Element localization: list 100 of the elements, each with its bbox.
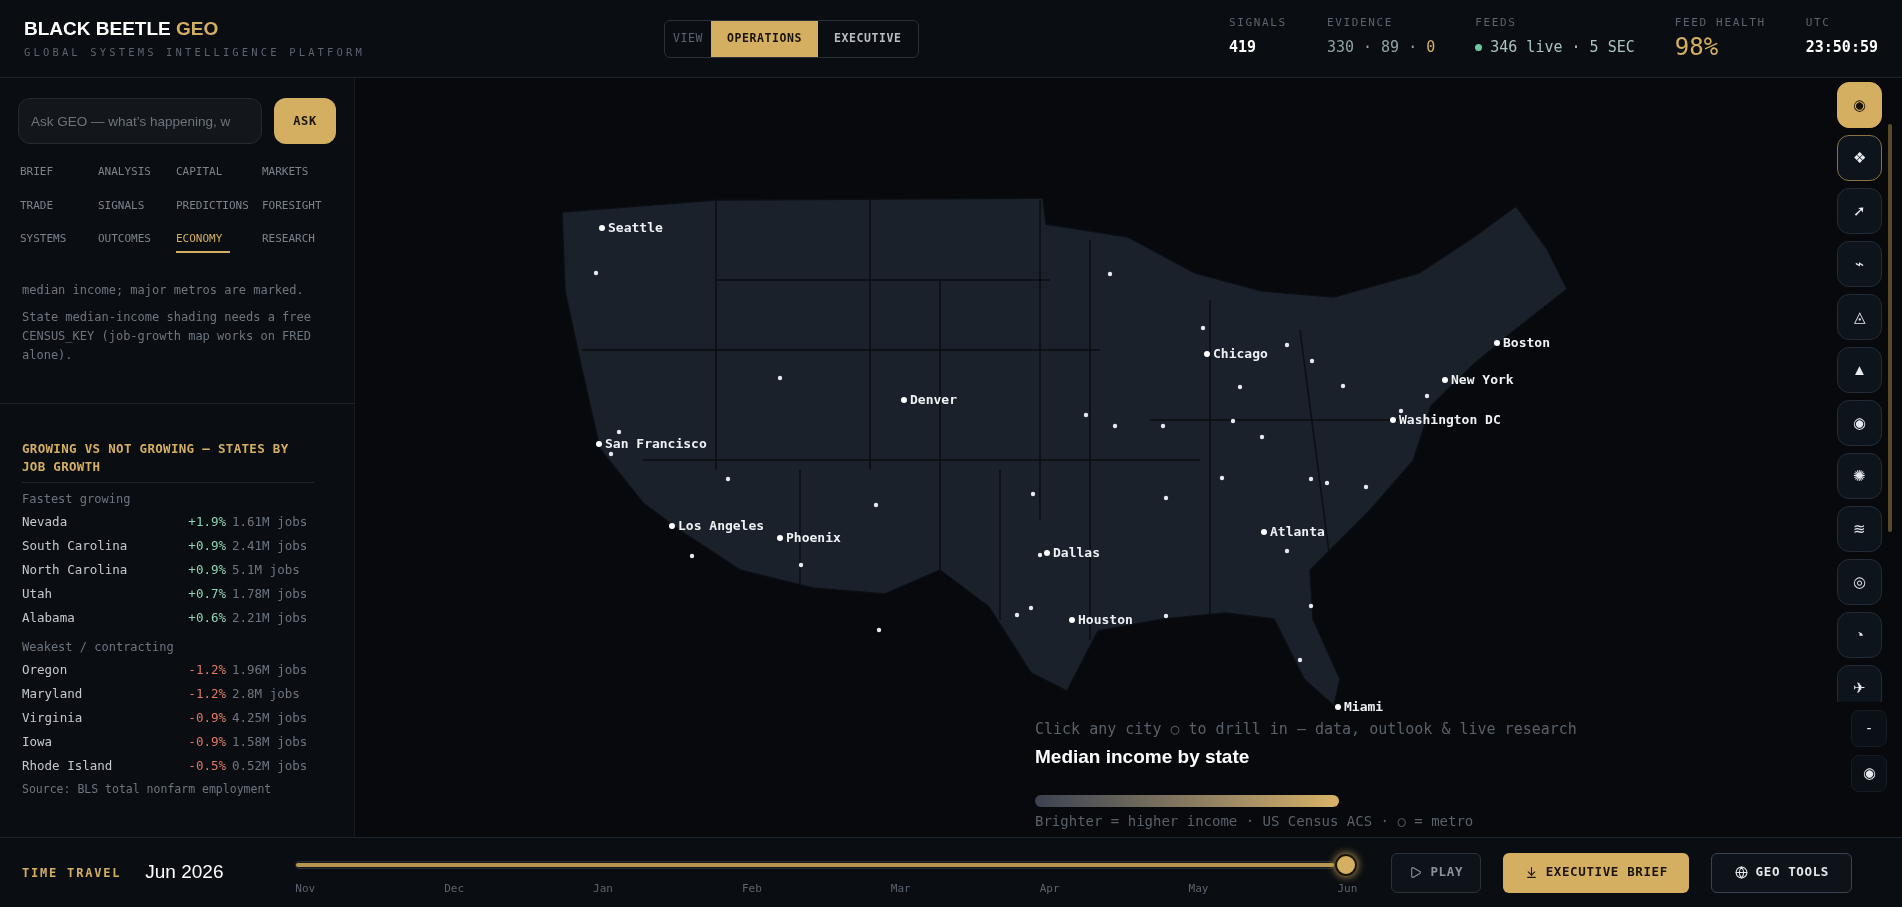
map-tool-button[interactable]: ✺ [1837, 453, 1882, 499]
timeline-thumb[interactable] [1335, 854, 1358, 877]
stat-value: 98% [1674, 31, 1720, 62]
month-label: Feb [741, 881, 762, 898]
note-text: median income; major metros are marked. [22, 281, 305, 299]
growth-change: -1.2% [188, 685, 226, 704]
map-tool-button[interactable]: ◬ [1837, 294, 1882, 340]
growth-change: +0.9% [188, 561, 226, 580]
map-tool-button[interactable]: ➚ [1837, 188, 1882, 234]
growth-change: +0.7% [188, 585, 226, 604]
button-icon [1409, 866, 1423, 879]
group-label: Fastest growing [22, 490, 132, 508]
legend-caption: Brighter = higher income · US Census ACS · ○ = metro [1035, 812, 1475, 831]
state-name: Iowa [22, 733, 53, 752]
map-tool-button[interactable]: ⌁ [1837, 241, 1882, 287]
panel-tab[interactable]: SYSTEMS [20, 231, 67, 253]
action-button[interactable]: PLAY [1391, 852, 1482, 893]
brand-subtitle: GLOBAL SYSTEMS INTELLIGENCE PLATFORM [24, 44, 366, 60]
panel-tab[interactable]: FORESIGHT [262, 197, 322, 219]
map-tool-button[interactable]: ◉ [1837, 82, 1882, 128]
panel-tab[interactable]: CAPITAL [176, 164, 223, 186]
state-name: Nevada [22, 513, 68, 532]
state-name: South Carolina [22, 537, 128, 556]
button-icon [1524, 866, 1538, 879]
legend-title: Median income by state [1035, 744, 1250, 769]
growth-change: -1.2% [188, 661, 226, 680]
month-label: Mar [890, 881, 911, 898]
map-tool-button[interactable]: ◔ [1837, 612, 1882, 658]
action-button[interactable]: GEO TOOLS [1711, 852, 1853, 893]
job-count: 1.58M jobs [232, 733, 309, 752]
source-note: Source: BLS total nonfarm employment [22, 780, 273, 798]
panel-tab[interactable]: PREDICTIONS [176, 197, 249, 219]
panel-tab[interactable]: MARKETS [262, 164, 309, 186]
zoom-button[interactable]: - [1851, 710, 1887, 747]
ask-button[interactable]: ASK [274, 98, 336, 144]
job-count: 2.21M jobs [232, 609, 309, 628]
month-label: May [1188, 881, 1209, 898]
button-icon [1734, 866, 1748, 879]
view-tab[interactable]: EXECUTIVE [818, 20, 918, 57]
state-name: Utah [22, 585, 53, 604]
view-tab[interactable]: OPERATIONS [711, 20, 818, 57]
state-name: Alabama [22, 609, 75, 628]
time-travel-label: TIME TRAVEL [22, 864, 122, 882]
job-count: 1.61M jobs [232, 513, 309, 532]
ask-field[interactable]: Ask GEO — what’s happening, w [18, 98, 262, 144]
month-label: Jun [1337, 881, 1358, 898]
note-text: State median-income shading needs a free CENSUS_KEY (job-growth map works on FRED alone). [22, 308, 312, 364]
job-count: 1.96M jobs [232, 661, 309, 680]
scrollbar[interactable] [1888, 124, 1892, 532]
growth-change: -0.9% [188, 709, 226, 728]
state-name: Maryland [22, 685, 83, 704]
stat-label: EVIDENCE [1326, 15, 1395, 32]
stat-value: 346 live · 5 SEC [1490, 36, 1635, 58]
section-heading: GROWING VS NOT GROWING — STATES BY JOB GROWTH [22, 439, 314, 483]
month-label: Apr [1039, 881, 1060, 898]
month-label: Jan [593, 881, 613, 898]
month-label: Nov [295, 881, 316, 898]
state-name: Rhode Island [22, 757, 113, 776]
growth-change: -0.9% [188, 733, 226, 752]
panel-tab[interactable]: SIGNALS [98, 197, 145, 219]
map-hint: Click any city ○ to drill in — data, outlook & live research [1035, 719, 1577, 740]
state-name: North Carolina [22, 561, 128, 580]
panel-tab[interactable]: ECONOMY [176, 231, 231, 253]
stat-value: 330 · 89 · 0 [1326, 36, 1436, 58]
job-count: 0.52M jobs [232, 757, 309, 776]
job-count: 5.1M jobs [232, 561, 301, 580]
map-tool-button[interactable]: ❖ [1837, 135, 1882, 181]
panel-tab[interactable]: BRIEF [20, 164, 54, 186]
job-count: 2.41M jobs [232, 537, 309, 556]
job-count: 2.8M jobs [232, 685, 301, 704]
map-tool-button[interactable]: ◉ [1837, 400, 1882, 446]
panel-tab[interactable]: OUTCOMES [98, 231, 151, 253]
map-tool-button[interactable]: ◎ [1837, 559, 1882, 605]
panel-tab[interactable]: RESEARCH [262, 231, 315, 253]
month-label: Dec [444, 881, 465, 898]
stat-value: 419 [1228, 36, 1258, 58]
state-name: Oregon [22, 661, 68, 680]
stat-label: FEED HEALTH [1674, 15, 1766, 32]
growth-change: +1.9% [188, 513, 226, 532]
map-tool-button[interactable]: ≋ [1837, 506, 1882, 552]
stat-label: SIGNALS [1228, 15, 1287, 32]
view-label: VIEW [672, 29, 704, 47]
panel-tab[interactable]: ANALYSIS [98, 164, 151, 186]
stat-label: UTC [1805, 15, 1832, 32]
brand-title: BLACK BEETLE GEO [24, 16, 220, 41]
job-count: 1.78M jobs [232, 585, 309, 604]
stat-value: 23:50:59 [1805, 36, 1878, 58]
map-tool-button[interactable]: ✈ [1837, 665, 1882, 702]
growth-change: -0.5% [188, 757, 226, 776]
growth-change: +0.6% [188, 609, 226, 628]
job-count: 4.25M jobs [232, 709, 309, 728]
zoom-button[interactable]: ◉ [1851, 755, 1887, 792]
growth-change: +0.9% [188, 537, 226, 556]
current-date: Jun 2026 [145, 860, 225, 885]
panel-tab[interactable]: TRADE [20, 197, 54, 219]
action-button[interactable]: EXECUTIVE BRIEF [1503, 852, 1690, 893]
stat-label: FEEDS [1475, 15, 1518, 32]
state-name: Virginia [22, 709, 83, 728]
map-tool-button[interactable]: ▲ [1837, 347, 1882, 393]
group-label: Weakest / contracting [22, 638, 175, 656]
